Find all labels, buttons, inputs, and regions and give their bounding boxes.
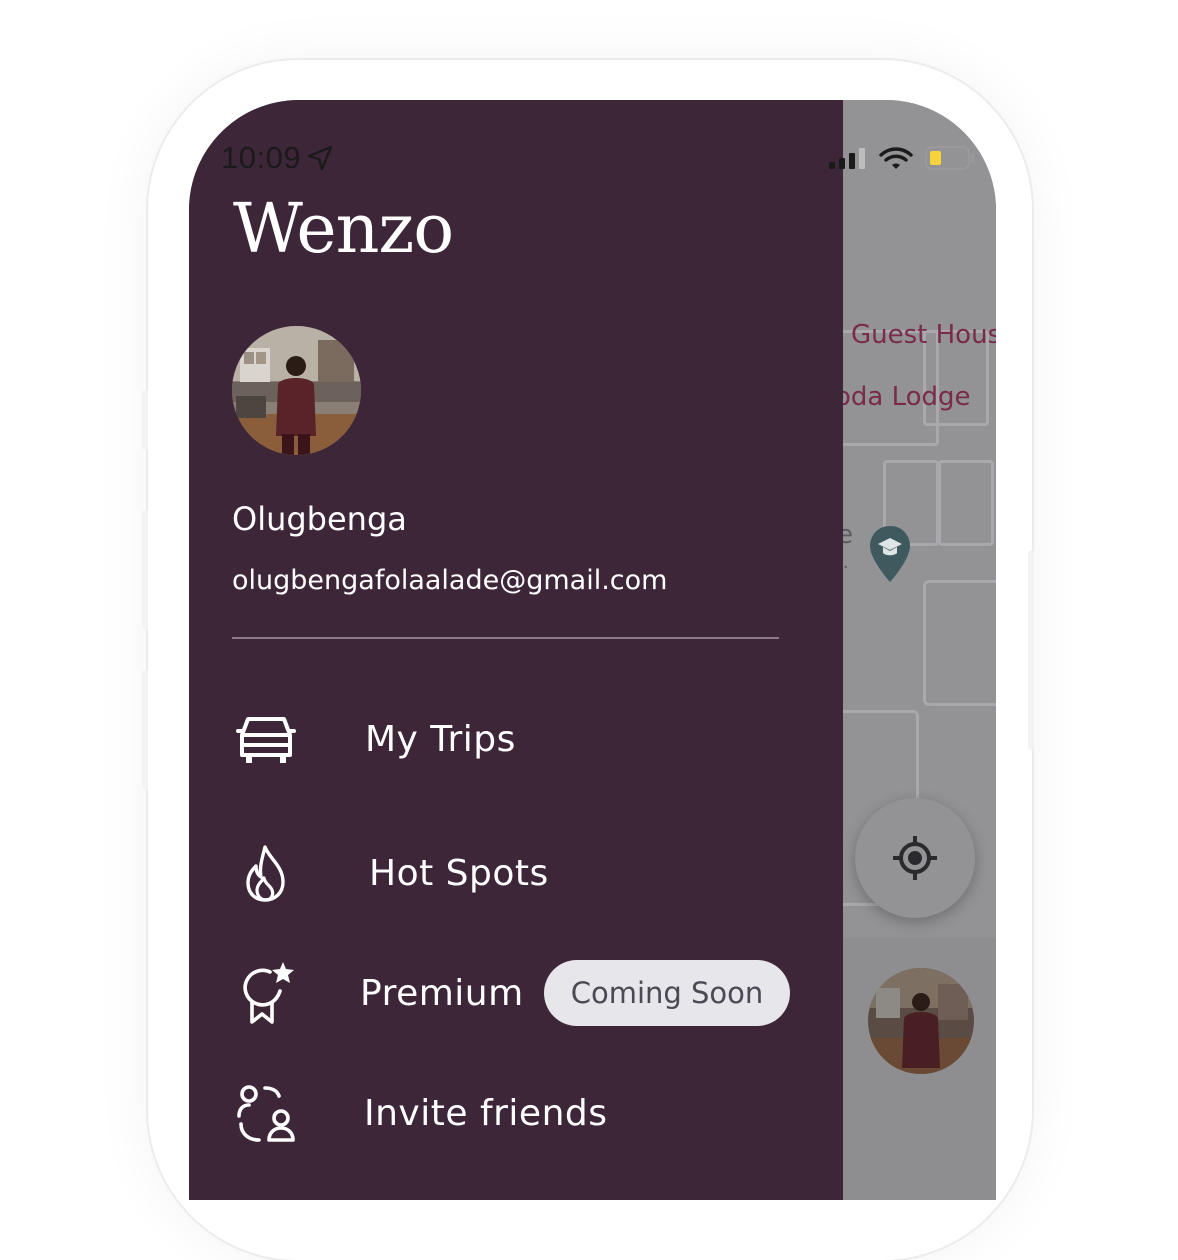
map-place-label: e	[843, 520, 853, 550]
phone-side-button	[142, 390, 148, 450]
cellular-signal-icon	[829, 148, 865, 169]
phone-screen: Guest Hous oda Lodge e ..	[189, 100, 996, 1200]
profile-email: olugbengafolaalade@gmail.com	[232, 565, 668, 596]
map-place-label: ..	[843, 552, 849, 573]
award-star-icon	[234, 961, 298, 1025]
wifi-icon	[879, 147, 913, 169]
map-place-label: oda Lodge	[843, 382, 971, 412]
location-arrow-icon	[307, 145, 333, 171]
status-time: 10:09	[221, 140, 333, 176]
menu-label-hot-spots: Hot Spots	[369, 852, 549, 894]
menu-label-premium: Premium	[360, 972, 524, 1014]
menu-item-invite-friends[interactable]: Invite friends	[189, 1068, 843, 1158]
map-view[interactable]: Guest Hous oda Lodge e ..	[843, 100, 996, 1200]
driver-avatar[interactable]	[868, 968, 974, 1074]
crosshair-locate-icon	[893, 836, 937, 880]
phone-side-button	[142, 670, 148, 790]
phone-side-button	[1028, 550, 1034, 750]
flame-icon	[234, 841, 298, 905]
battery-low-icon	[925, 146, 974, 170]
status-time-text: 10:09	[221, 140, 302, 175]
menu-item-my-trips[interactable]: My Trips	[189, 694, 843, 784]
menu-item-hot-spots[interactable]: Hot Spots	[189, 828, 843, 918]
locate-me-button[interactable]	[855, 798, 975, 918]
profile-avatar[interactable]	[232, 326, 361, 455]
profile-name: Olugbenga	[232, 500, 407, 538]
phone-side-button	[142, 510, 148, 630]
menu-item-premium[interactable]: Premium Coming Soon	[189, 948, 843, 1038]
invite-users-icon	[234, 1081, 298, 1145]
app-logo: Wenzo	[233, 190, 454, 269]
drawer-divider	[232, 637, 779, 639]
school-pin-icon[interactable]	[868, 524, 912, 584]
map-place-label: Guest Hous	[851, 320, 996, 350]
map-road	[938, 460, 994, 546]
car-icon	[234, 707, 298, 771]
menu-label-invite-friends: Invite friends	[364, 1092, 608, 1134]
menu-label-my-trips: My Trips	[365, 718, 516, 760]
coming-soon-badge: Coming Soon	[544, 960, 790, 1026]
navigation-drawer: 10:09 Wenzo Olugbenga olugbengafolaalade…	[189, 100, 974, 1200]
map-road	[923, 580, 996, 706]
status-indicators	[829, 146, 975, 170]
